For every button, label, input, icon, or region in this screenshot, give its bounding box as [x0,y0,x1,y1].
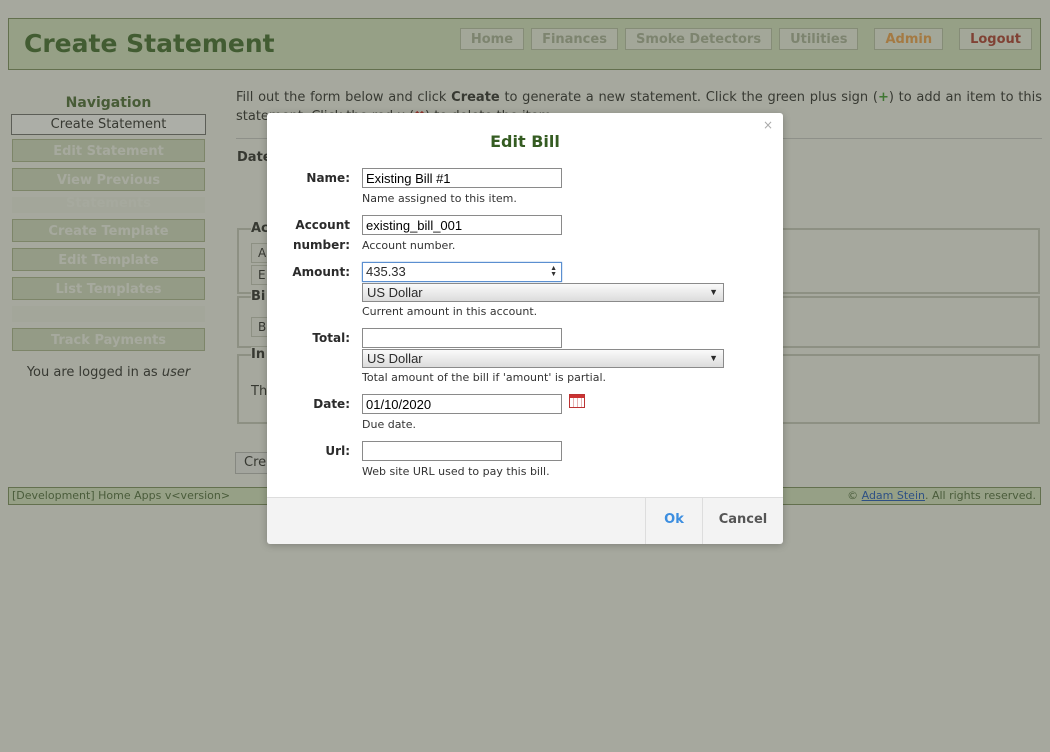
amount-input[interactable]: 435.33 ▲ ▼ [362,262,562,282]
close-icon[interactable]: × [763,118,773,132]
edit-bill-dialog: × Edit Bill Name: Name assigned to this … [267,113,783,544]
ok-button[interactable]: Ok [645,498,702,544]
dropdown-arrow-icon: ▼ [709,287,718,297]
amount-label: Amount: [292,265,350,279]
total-currency-value: US Dollar [367,351,423,366]
amount-hint: Current amount in this account. [362,305,538,318]
date-input[interactable] [362,394,562,414]
account-label-line-1: Account [295,218,350,232]
url-hint: Web site URL used to pay this bill. [362,465,550,478]
url-input[interactable] [362,441,562,461]
name-hint: Name assigned to this item. [362,192,517,205]
amount-currency-select[interactable]: US Dollar ▼ [362,283,724,302]
total-input[interactable] [362,328,562,348]
total-currency-select[interactable]: US Dollar ▼ [362,349,724,368]
name-input[interactable] [362,168,562,188]
date-label: Date: [313,397,350,411]
account-number-label: Account number: [293,215,350,255]
dropdown-arrow-icon: ▼ [709,353,718,363]
cancel-button[interactable]: Cancel [702,498,783,544]
dialog-title: Edit Bill [490,132,560,151]
name-label: Name: [306,171,350,185]
spinner-arrows-icon[interactable]: ▲ ▼ [550,265,557,278]
amount-currency-value: US Dollar [367,285,423,300]
account-label-line-2: number: [292,238,350,252]
total-hint: Total amount of the bill if 'amount' is … [362,371,607,384]
account-number-input[interactable] [362,215,562,235]
url-label: Url: [325,444,350,458]
calendar-icon[interactable] [569,394,585,408]
date-hint: Due date. [362,418,417,431]
total-label: Total: [312,331,350,345]
dialog-footer: Ok Cancel [267,497,783,544]
amount-value: 435.33 [366,264,406,279]
account-number-hint: Account number. [362,239,456,252]
